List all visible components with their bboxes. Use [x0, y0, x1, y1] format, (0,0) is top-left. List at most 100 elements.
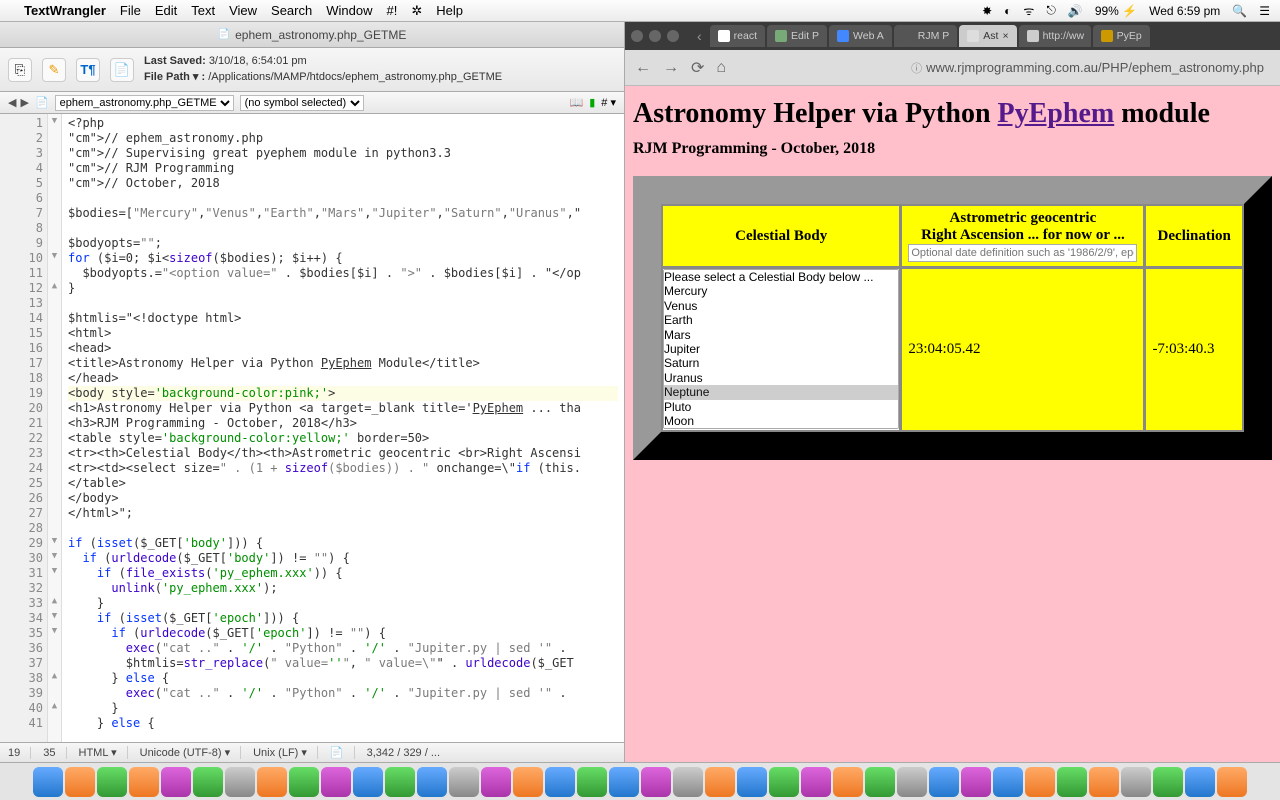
body-select[interactable]: Please select a Celestial Body below ...… [663, 269, 899, 429]
dock-app-icon[interactable] [321, 767, 351, 797]
dock-app-icon[interactable] [225, 767, 255, 797]
body-option[interactable]: Please select a Celestial Body below ... [664, 270, 898, 284]
language-select[interactable]: HTML ▾ [79, 746, 128, 759]
browser-tab[interactable]: Ast× [959, 25, 1016, 47]
dock-app-icon[interactable] [1153, 767, 1183, 797]
menu-window[interactable]: Window [326, 3, 372, 18]
code-line[interactable]: } else { [68, 671, 618, 686]
code-line[interactable]: </html>"; [68, 506, 618, 521]
code-line[interactable]: if (isset($_GET['body'])) { [68, 536, 618, 551]
code-line[interactable] [68, 191, 618, 206]
encoding-select[interactable]: Unicode (UTF-8) ▾ [140, 746, 241, 759]
wifi-icon[interactable]: ᯤ [1023, 2, 1034, 19]
marker-icon[interactable]: ▮ [589, 96, 595, 109]
code-content[interactable]: <?php"cm">// ephem_astronomy.php "cm">// … [62, 114, 624, 742]
book-icon[interactable]: 📖 [570, 96, 584, 109]
code-line[interactable]: if (urldecode($_GET['epoch']) != "") { [68, 626, 618, 641]
body-option[interactable]: Earth [664, 313, 898, 327]
menu-search[interactable]: Search [271, 3, 312, 18]
notification-icon[interactable]: ☰ [1259, 4, 1270, 18]
dock-app-icon[interactable] [33, 767, 63, 797]
code-line[interactable]: </table> [68, 476, 618, 491]
dock-app-icon[interactable] [385, 767, 415, 797]
symbol-nav-select[interactable]: (no symbol selected) [240, 95, 364, 111]
code-line[interactable]: <h1>Astronomy Helper via Python <a targe… [68, 401, 618, 416]
code-line[interactable]: } [68, 281, 618, 296]
status-icon[interactable]: ✸ [982, 4, 992, 18]
line-ending-select[interactable]: Unix (LF) ▾ [253, 746, 318, 759]
code-line[interactable]: "cm">// ephem_astronomy.php [68, 131, 618, 146]
browser-tab[interactable]: RJM P [894, 25, 958, 47]
epoch-input[interactable] [908, 244, 1137, 262]
dock-app-icon[interactable] [961, 767, 991, 797]
dock-app-icon[interactable] [641, 767, 671, 797]
body-option[interactable]: Uranus [664, 371, 898, 385]
dock-app-icon[interactable] [545, 767, 575, 797]
menu-shebang[interactable]: #! [386, 3, 397, 18]
dock-app-icon[interactable] [417, 767, 447, 797]
status-icon[interactable]: ◐ [1004, 4, 1011, 18]
dock-app-icon[interactable] [897, 767, 927, 797]
bluetooth-icon[interactable]: ⎋ [1046, 3, 1056, 18]
dock-app-icon[interactable] [97, 767, 127, 797]
close-icon[interactable] [631, 30, 643, 42]
browser-tab[interactable]: http://ww [1019, 25, 1091, 47]
menu-edit[interactable]: Edit [155, 3, 177, 18]
browser-tab[interactable]: Web A [829, 25, 892, 47]
dock-app-icon[interactable] [1217, 767, 1247, 797]
browser-tab[interactable]: PyEp [1093, 25, 1150, 47]
code-line[interactable]: } else { [68, 716, 618, 731]
battery-status[interactable]: 99% ⚡ [1095, 4, 1137, 18]
file-nav-select[interactable]: ephem_astronomy.php_GETME [55, 95, 234, 111]
code-line[interactable]: <?php [68, 116, 618, 131]
minimize-icon[interactable] [649, 30, 661, 42]
code-line[interactable]: <tr><th>Celestial Body</th><th>Astrometr… [68, 446, 618, 461]
address-bar[interactable]: ⓘwww.rjmprogramming.com.au/PHP/ephem_ast… [738, 60, 1270, 76]
code-line[interactable]: exec("cat .." . '/' . "Python" . '/' . "… [68, 641, 618, 656]
code-line[interactable]: } [68, 596, 618, 611]
code-line[interactable]: unlink('py_ephem.xxx'); [68, 581, 618, 596]
dock-app-icon[interactable] [129, 767, 159, 797]
dock-app-icon[interactable] [193, 767, 223, 797]
dock-app-icon[interactable] [353, 767, 383, 797]
dock-app-icon[interactable] [769, 767, 799, 797]
clock[interactable]: Wed 6:59 pm [1149, 4, 1220, 18]
body-option[interactable]: Sun [664, 428, 898, 429]
dock-app-icon[interactable] [929, 767, 959, 797]
counter-icon[interactable]: # ▾ [601, 96, 616, 109]
menu-help[interactable]: Help [436, 3, 463, 18]
body-option[interactable]: Saturn [664, 356, 898, 370]
browser-tab[interactable]: react [710, 25, 765, 47]
code-line[interactable]: <table style='background-color:yellow;' … [68, 431, 618, 446]
menu-scripts[interactable]: ✲ [411, 3, 422, 19]
spotlight-icon[interactable]: 🔍 [1232, 4, 1247, 18]
body-option[interactable]: Mercury [664, 284, 898, 298]
menu-view[interactable]: View [229, 3, 257, 18]
reload-icon[interactable]: ⟳ [691, 58, 704, 78]
code-line[interactable] [68, 221, 618, 236]
code-line[interactable]: <tr><td><select size=" . (1 + sizeof($bo… [68, 461, 618, 476]
document-tab[interactable]: 📄 ephem_astronomy.php_GETME [0, 22, 624, 48]
text-options-icon[interactable]: T¶ [76, 58, 100, 82]
code-line[interactable]: "cm">// October, 2018 [68, 176, 618, 191]
forward-icon[interactable]: → [663, 59, 679, 77]
fold-gutter[interactable]: ▼▼▲▼▼▼▲▼▼▲▲ [48, 114, 62, 742]
nav-prev-icon[interactable]: ◀ [8, 96, 16, 109]
dock-app-icon[interactable] [1121, 767, 1151, 797]
code-line[interactable]: $bodies=["Mercury","Venus","Earth","Mars… [68, 206, 618, 221]
code-line[interactable]: $bodyopts.="<option value=" . $bodies[$i… [68, 266, 618, 281]
dock-app-icon[interactable] [609, 767, 639, 797]
doc-icon[interactable]: 📄 [330, 746, 355, 759]
code-line[interactable]: $bodyopts=""; [68, 236, 618, 251]
dock-app-icon[interactable] [833, 767, 863, 797]
code-line[interactable]: if (isset($_GET['epoch'])) { [68, 611, 618, 626]
code-line[interactable] [68, 296, 618, 311]
dock-app-icon[interactable] [1089, 767, 1119, 797]
dock-app-icon[interactable] [65, 767, 95, 797]
code-line[interactable]: } [68, 701, 618, 716]
code-editor[interactable]: 1234567891011121314151617181920212223242… [0, 114, 624, 742]
code-line[interactable]: $htmlis="<!doctype html> [68, 311, 618, 326]
code-line[interactable]: $htmlis=str_replace(" value=''", " value… [68, 656, 618, 671]
dock-app-icon[interactable] [1057, 767, 1087, 797]
dock-app-icon[interactable] [1025, 767, 1055, 797]
